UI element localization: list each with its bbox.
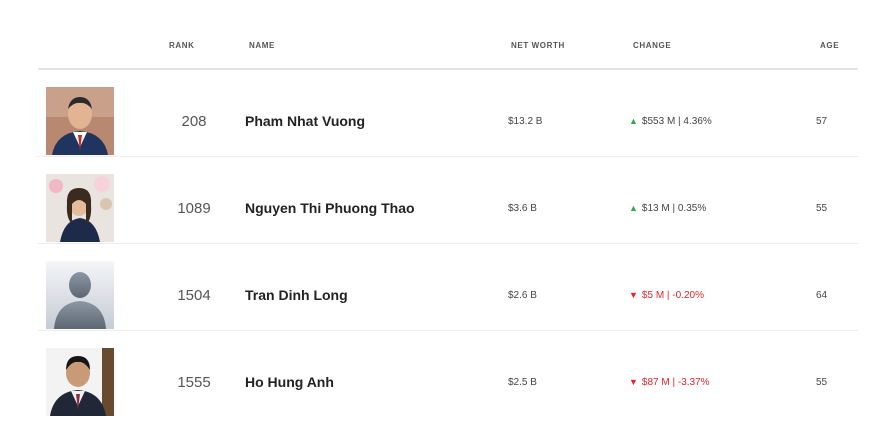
- net-worth-value: $2.6 B: [508, 290, 537, 301]
- person-name[interactable]: Tran Dinh Long: [245, 287, 348, 303]
- table-header: RANK NAME NET WORTH CHANGE AGE: [38, 0, 858, 70]
- avatar[interactable]: [46, 174, 114, 242]
- header-net-worth[interactable]: NET WORTH: [511, 41, 565, 50]
- table-row[interactable]: 1504 Tran Dinh Long $2.6 B ▼ $5 M | -0.20…: [38, 244, 858, 331]
- header-age[interactable]: AGE: [820, 41, 839, 50]
- portrait-man-suit-icon: [46, 87, 114, 155]
- age-value: 64: [816, 290, 828, 301]
- header-change[interactable]: CHANGE: [633, 41, 671, 50]
- rank-value: 208: [181, 113, 207, 130]
- table-row[interactable]: 1555 Ho Hung Anh $2.5 B ▼ $87 M | -3.37% …: [38, 331, 858, 417]
- header-name[interactable]: NAME: [249, 41, 275, 50]
- rank-value: 1555: [177, 374, 211, 391]
- change-value: ▲ $13 M | 0.35%: [629, 203, 706, 214]
- net-worth-value: $3.6 B: [508, 203, 537, 214]
- avatar[interactable]: [46, 261, 114, 329]
- arrow-up-icon: ▲: [629, 203, 638, 213]
- change-value: ▲ $553 M | 4.36%: [629, 116, 712, 127]
- change-text: $553 M | 4.36%: [641, 116, 712, 127]
- avatar[interactable]: [46, 87, 114, 155]
- net-worth-value: $13.2 B: [508, 116, 543, 127]
- rank-value: 1504: [177, 287, 211, 304]
- age-value: 55: [816, 377, 828, 388]
- arrow-down-icon: ▼: [629, 377, 638, 387]
- rank-value: 1089: [177, 200, 211, 217]
- person-name[interactable]: Ho Hung Anh: [245, 374, 334, 390]
- change-text: $13 M | 0.35%: [641, 203, 707, 214]
- arrow-up-icon: ▲: [629, 116, 638, 126]
- net-worth-value: $2.5 B: [508, 377, 537, 388]
- change-text: $87 M | -3.37%: [641, 377, 710, 388]
- change-text: $5 M | -0.20%: [641, 290, 704, 301]
- header-rank[interactable]: RANK: [169, 41, 195, 50]
- age-value: 57: [816, 116, 828, 127]
- billionaires-table: RANK NAME NET WORTH CHANGE AGE 208 Pham …: [0, 0, 889, 448]
- portrait-man-suit-icon: [46, 348, 114, 416]
- change-value: ▼ $87 M | -3.37%: [629, 377, 710, 388]
- age-value: 55: [816, 203, 828, 214]
- table-row[interactable]: 1089 Nguyen Thi Phuong Thao $3.6 B ▲ $13 …: [38, 157, 858, 244]
- table-row[interactable]: 208 Pham Nhat Vuong $13.2 B ▲ $553 M | 4.…: [38, 70, 858, 157]
- person-name[interactable]: Nguyen Thi Phuong Thao: [245, 200, 415, 216]
- person-name[interactable]: Pham Nhat Vuong: [245, 113, 365, 129]
- arrow-down-icon: ▼: [629, 290, 638, 300]
- change-value: ▼ $5 M | -0.20%: [629, 290, 704, 301]
- avatar[interactable]: [46, 348, 114, 416]
- portrait-woman-icon: [46, 174, 114, 242]
- placeholder-silhouette-icon: [46, 261, 114, 329]
